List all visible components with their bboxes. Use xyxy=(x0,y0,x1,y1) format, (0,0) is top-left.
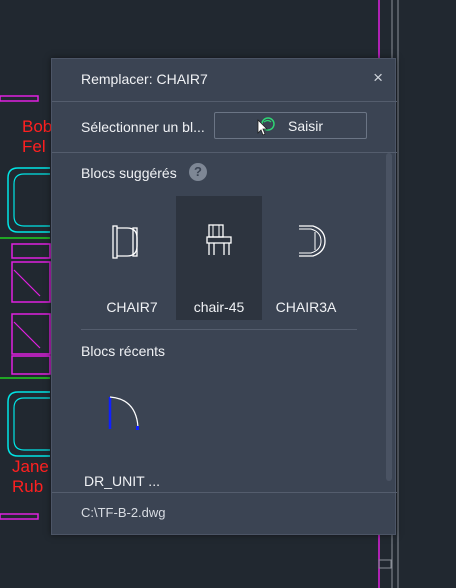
chair3a-block-icon xyxy=(299,225,326,257)
divider xyxy=(52,101,397,102)
cad-label: Fel xyxy=(22,137,46,156)
cad-chair-outline xyxy=(13,173,50,227)
cad-furniture xyxy=(11,243,51,259)
divider xyxy=(52,492,397,493)
chair-45-block-icon xyxy=(206,224,232,255)
block-tile-chair3a[interactable]: CHAIR3A xyxy=(263,196,349,320)
block-label: DR_UNIT ... xyxy=(84,473,160,489)
pick-button[interactable]: Saisir xyxy=(214,112,367,139)
block-label: chair-45 xyxy=(193,299,245,315)
replace-block-palette: Remplacer: CHAIR7 × Sélectionner un bl..… xyxy=(51,58,397,535)
recent-blocks-header: Blocs récents xyxy=(81,343,166,359)
cad-furniture xyxy=(13,269,41,297)
select-block-label: Sélectionner un bl... xyxy=(81,119,205,135)
cad-furniture xyxy=(13,321,41,349)
block-label: CHAIR3A xyxy=(275,299,337,315)
palette-title: Remplacer: CHAIR7 xyxy=(81,71,208,87)
cad-chair-outline xyxy=(13,397,50,451)
cad-furniture xyxy=(11,261,51,303)
close-icon[interactable]: × xyxy=(373,68,383,88)
help-icon[interactable]: ? xyxy=(189,163,207,181)
scrollbar[interactable] xyxy=(386,153,392,481)
block-label: CHAIR7 xyxy=(106,299,158,315)
cad-furniture xyxy=(11,355,51,375)
door-unit-block-icon xyxy=(108,396,139,430)
file-path-label: C:\TF-B-2.dwg xyxy=(81,505,166,520)
cad-label: Jane xyxy=(12,457,49,476)
block-tile-chair7[interactable]: CHAIR7 xyxy=(89,196,175,320)
divider xyxy=(52,152,397,153)
chair7-block-icon xyxy=(112,225,138,259)
pick-button-label: Saisir xyxy=(288,118,324,134)
cad-line xyxy=(378,559,392,569)
cad-line xyxy=(0,513,39,520)
block-tile-chair-45[interactable]: chair-45 xyxy=(176,196,262,320)
cad-label: Bob xyxy=(22,117,53,136)
cad-furniture xyxy=(11,313,51,355)
divider xyxy=(81,329,357,330)
suggested-blocks-header: Blocs suggérés xyxy=(81,165,177,181)
recent-block-tile-dr-unit[interactable]: DR_UNIT ... xyxy=(79,387,165,497)
cad-line xyxy=(0,95,39,102)
pick-cursor-icon xyxy=(257,117,275,136)
cad-label: Rub xyxy=(12,477,44,496)
